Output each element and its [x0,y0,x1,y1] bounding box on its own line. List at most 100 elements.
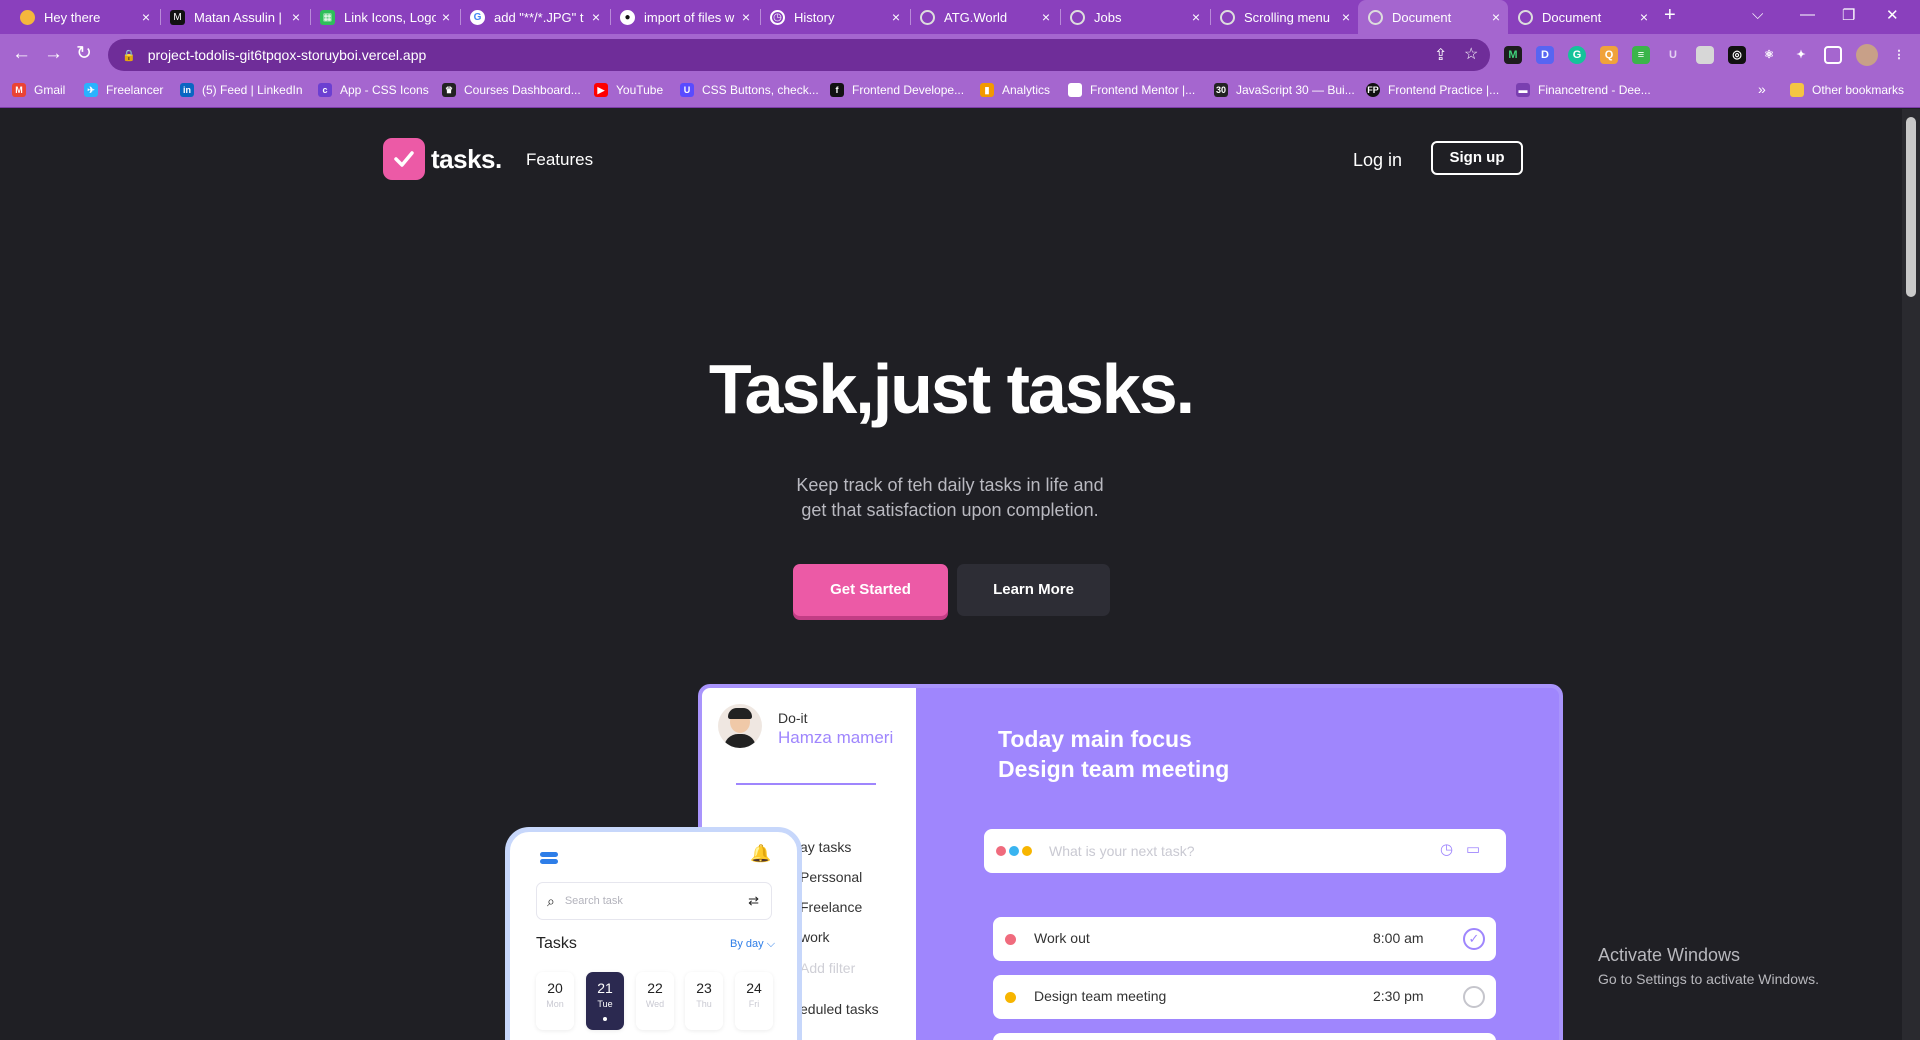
scrollbar-thumb[interactable] [1906,117,1916,297]
bookmark-label: Frontend Develope... [852,83,965,97]
task-name: Design team meeting [1034,988,1167,1004]
task-input-placeholder: What is your next task? [1049,843,1195,859]
sidepanel-icon[interactable] [1824,46,1842,64]
bookmark-js30[interactable]: 30 JavaScript 30 — Bui... [1214,83,1355,97]
bookmark-financetrend[interactable]: ▬ Financetrend - Dee... [1516,83,1651,97]
close-icon[interactable]: × [742,9,750,25]
sidebar-item: work [800,929,830,945]
bookmark-label: (5) Feed | LinkedIn [202,83,303,97]
more-bookmarks-chevron-icon[interactable]: » [1758,81,1766,97]
minimize-icon[interactable]: — [1800,6,1815,23]
bookmark-frontend-mentor[interactable]: Frontend Mentor |... [1068,83,1195,97]
tab-title: Scrolling menu [1244,9,1330,25]
browser-tab[interactable]: Hey there × [10,0,158,34]
close-icon[interactable]: × [442,9,450,25]
share-icon[interactable]: ⇪ [1434,45,1447,65]
focus-task: Design team meeting [998,756,1230,782]
signup-button[interactable]: Sign up [1431,141,1523,175]
bookmark-frontend-practice[interactable]: FP Frontend Practice |... [1366,83,1499,97]
globe-icon [1070,9,1085,25]
kebab-menu-icon[interactable]: ⋮ [1890,46,1908,64]
reload-icon[interactable]: ↻ [76,42,92,66]
extension-d-icon[interactable]: D [1536,46,1554,64]
browser-tab[interactable]: Scrolling menu × [1210,0,1358,34]
learn-more-button[interactable]: Learn More [957,564,1110,616]
browser-tab-active[interactable]: Document × [1358,0,1508,34]
close-icon[interactable]: × [892,9,900,25]
bookmark-youtube[interactable]: ▶ YouTube [594,83,663,97]
login-link[interactable]: Log in [1353,150,1402,171]
close-icon[interactable]: × [592,9,600,25]
close-icon[interactable]: × [1640,9,1648,25]
browser-tab[interactable]: ● import of files w × [610,0,758,34]
youtube-icon: ▶ [594,83,608,97]
browser-tab[interactable]: ◷ History × [760,0,908,34]
task-row [993,1033,1496,1040]
bookmark-gmail[interactable]: M Gmail [12,83,65,97]
task-row: Design team meeting 2:30 pm [993,975,1496,1019]
activate-windows-text: Go to Settings to activate Windows. [1598,971,1819,987]
css-buttons-icon: U [680,83,694,97]
browser-tab[interactable]: Jobs × [1060,0,1208,34]
bookmark-courses[interactable]: ♛ Courses Dashboard... [442,83,581,97]
get-started-button[interactable]: Get Started [793,564,948,616]
close-icon[interactable]: × [1192,9,1200,25]
grammarly-icon[interactable]: G [1568,46,1586,64]
close-icon[interactable]: × [1342,9,1350,25]
profile-avatar[interactable] [1856,44,1878,66]
bookmark-freelancer[interactable]: ✈ Freelancer [84,83,163,97]
browser-tab[interactable]: Document × [1508,0,1656,34]
star-icon[interactable]: ☆ [1464,44,1478,64]
by-day-dropdown: By day ⌵ [730,938,776,950]
day-number: 23 [696,980,712,996]
lock-icon: 🔒 [122,49,136,62]
nav-features-link[interactable]: Features [526,150,593,170]
empty-circle-icon [1463,986,1485,1008]
site-logo[interactable]: tasks. [383,138,502,180]
back-icon[interactable]: ← [12,42,31,66]
browser-tab[interactable]: ▦ Link Icons, Logo × [310,0,458,34]
bookmark-analytics[interactable]: ▮ Analytics [980,83,1050,97]
close-window-icon[interactable]: ✕ [1886,6,1899,24]
extension-u-icon[interactable]: U [1664,46,1682,64]
day-weekday: Wed [645,999,665,1009]
globe-icon [1368,9,1383,25]
extension-image-icon[interactable] [1696,46,1714,64]
activate-windows-title: Activate Windows [1598,945,1741,965]
tab-search-chevron-icon[interactable]: ⌵ [1752,6,1763,23]
extension-dark-icon[interactable]: ◎ [1728,46,1746,64]
address-bar[interactable]: 🔒 project-todolis-git6tpqox-storuyboi.ve… [108,39,1490,71]
browser-tab[interactable]: ATG.World × [910,0,1058,34]
new-tab-icon[interactable]: + [1664,4,1676,27]
extension-m-icon[interactable]: M [1504,46,1522,64]
puzzle-icon[interactable]: ✦ [1792,46,1810,64]
menu-icon [540,852,558,866]
globe-icon [920,9,935,25]
user-name: Hamza mameri [778,728,894,747]
close-icon[interactable]: × [292,9,300,25]
extension-react-icon[interactable]: ⚛ [1760,46,1778,64]
extension-search-icon[interactable]: Q [1600,46,1618,64]
close-icon[interactable]: × [1042,9,1050,25]
restore-icon[interactable]: ❐ [1842,6,1855,24]
frontend-mentor-icon [1068,83,1082,97]
task-row: Work out 8:00 am ✓ [993,917,1496,961]
bookmark-frontend-developer[interactable]: f Frontend Develope... [830,83,964,97]
page-scrollbar[interactable] [1902,109,1920,1040]
close-icon[interactable]: × [1492,9,1500,25]
tasks-title: Tasks [536,935,577,952]
bookmark-linkedin[interactable]: in (5) Feed | LinkedIn [180,83,303,97]
bookmark-css-buttons[interactable]: U CSS Buttons, check... [680,83,819,97]
tab-title: Document [1542,9,1602,25]
extension-green-icon[interactable]: ≡ [1632,46,1650,64]
browser-tab[interactable]: G add "**/*.JPG" t × [460,0,608,34]
browser-tab[interactable]: M Matan Assulin | × [160,0,308,34]
linkedin-icon: in [180,83,194,97]
day-number: 21 [597,980,613,996]
mobile-app-mockup: 🔔 ⌕ Search task ⇄ Tasks By day ⌵ 20 Mon … [505,827,802,1040]
close-icon[interactable]: × [142,9,150,25]
bookmark-css-icons[interactable]: c App - CSS Icons [318,83,429,97]
desktop-app-mockup: Do-it Hamza mameri ay tasks Perssonal Fr… [698,684,1563,1040]
bookmark-other[interactable]: Other bookmarks [1790,83,1904,97]
forward-icon[interactable]: → [44,42,63,66]
